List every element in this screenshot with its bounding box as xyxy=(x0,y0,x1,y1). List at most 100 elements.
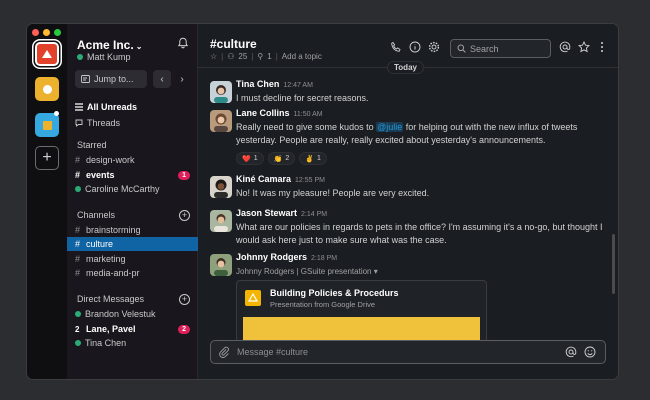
members-icon[interactable]: ⚇ xyxy=(227,52,234,61)
message-text: No! It was my pleasure! People are very … xyxy=(236,188,430,198)
dms-section-header[interactable]: Direct Messages xyxy=(77,294,144,304)
add-workspace-button[interactable]: + xyxy=(35,146,59,170)
current-user[interactable]: Matt Kump xyxy=(77,52,131,62)
star-icon[interactable] xyxy=(578,41,590,53)
back-button[interactable]: ‹ xyxy=(153,70,171,88)
minimize-window-button[interactable] xyxy=(43,29,50,36)
sidebar-item-lane-pavel[interactable]: 2 Lane, Pavel 2 xyxy=(75,322,198,336)
message-author[interactable]: Johnny Rodgers 2:18 PM xyxy=(236,252,337,262)
message-time[interactable]: 11:50 AM xyxy=(294,111,323,118)
attachment-source[interactable]: Johnny Rodgers | GSuite presentation ▾ xyxy=(236,265,604,278)
sidebar-item-label: events xyxy=(86,170,115,180)
jump-to-label: Jump to... xyxy=(94,74,134,84)
sidebar-item-label: Caroline McCarthy xyxy=(85,184,160,194)
message[interactable]: Kiné Camara 12:55 PM No! It was my pleasu… xyxy=(210,174,604,202)
message[interactable]: Lane Collins 11:50 AM Really need to give… xyxy=(210,108,604,168)
day-divider[interactable]: Today xyxy=(387,61,424,74)
sidebar-item-events[interactable]: # events 1 xyxy=(75,168,198,182)
emoji-icon[interactable] xyxy=(584,346,596,358)
channel-title[interactable]: #culture xyxy=(210,37,257,51)
mention-icon[interactable] xyxy=(565,346,577,358)
sidebar-item-brandon-velestuk[interactable]: Brandon Velestuk xyxy=(75,307,198,321)
channels-section-header[interactable]: Channels xyxy=(77,210,115,220)
message-author[interactable]: Tina Chen 12:47 AM xyxy=(236,79,313,89)
star-icon[interactable]: ☆ xyxy=(210,52,217,61)
phone-icon[interactable] xyxy=(390,41,402,53)
chevron-right-icon: › xyxy=(180,73,184,85)
workspace-rail: + xyxy=(27,24,67,379)
forward-button[interactable]: › xyxy=(173,70,191,88)
chevron-down-icon: ⌄ xyxy=(135,42,143,51)
unread-badge: 2 xyxy=(178,324,190,334)
sidebar-item-marketing[interactable]: # marketing xyxy=(75,252,198,266)
sidebar-item-label: media-and-pr xyxy=(86,268,140,278)
message[interactable]: Johnny Rodgers 2:18 PM Johnny Rodgers | G… xyxy=(210,252,604,278)
sidebar-item-threads[interactable]: Threads xyxy=(75,116,198,130)
mentions-icon[interactable] xyxy=(559,41,571,53)
message-author[interactable]: Jason Stewart 2:14 PM xyxy=(236,208,327,218)
message[interactable]: Jason Stewart 2:14 PM What are our polici… xyxy=(210,208,604,250)
message-author[interactable]: Lane Collins 11:50 AM xyxy=(236,108,323,118)
info-icon[interactable] xyxy=(409,41,421,53)
avatar[interactable] xyxy=(210,254,232,276)
sidebar-item-all-unreads[interactable]: All Unreads xyxy=(75,100,198,114)
avatar[interactable] xyxy=(210,110,232,132)
sidebar-item-design-work[interactable]: # design-work xyxy=(75,153,198,167)
maximize-window-button[interactable] xyxy=(54,29,61,36)
workspace-name[interactable]: Acme Inc. ⌄ xyxy=(77,38,142,52)
reaction-clap[interactable]: 👏 2 xyxy=(267,152,296,165)
more-vertical-icon[interactable] xyxy=(596,41,608,53)
bell-icon[interactable] xyxy=(177,37,189,49)
workspace-blue[interactable] xyxy=(35,113,59,137)
workspace-yellow[interactable] xyxy=(35,77,59,101)
reaction-heart[interactable]: ❤️ 1 xyxy=(236,152,264,165)
search-input[interactable]: Search xyxy=(450,39,551,58)
workspace-acme[interactable] xyxy=(35,42,59,66)
pin-count[interactable]: 1 xyxy=(267,52,271,61)
channel-hash-icon: # xyxy=(75,254,81,264)
presence-icon xyxy=(75,340,81,346)
chevron-left-icon: ‹ xyxy=(160,73,164,85)
message-time[interactable]: 12:47 AM xyxy=(283,82,313,89)
caret-down-icon[interactable]: ▾ xyxy=(374,267,378,276)
message-text: I must decline for secret reasons. xyxy=(236,93,369,103)
avatar[interactable] xyxy=(210,176,232,198)
sidebar-item-culture[interactable]: # culture xyxy=(67,237,198,251)
add-channel-icon[interactable]: + xyxy=(179,210,190,221)
add-topic-link[interactable]: Add a topic xyxy=(282,52,322,61)
sidebar-item-media-and-pr[interactable]: # media-and-pr xyxy=(75,266,198,280)
attachment-subtitle: Presentation from Google Drive xyxy=(270,300,376,309)
avatar[interactable] xyxy=(210,210,232,232)
reaction-victory[interactable]: ✌️ 1 xyxy=(299,152,327,165)
sidebar-item-brainstorming[interactable]: # brainstorming xyxy=(75,223,198,237)
message[interactable]: Tina Chen 12:47 AM I must decline for sec… xyxy=(210,79,604,107)
jump-to-button[interactable]: Jump to... xyxy=(75,70,147,88)
member-count[interactable]: 25 xyxy=(238,52,247,61)
close-window-button[interactable] xyxy=(32,29,39,36)
user-mention[interactable]: @julie xyxy=(376,122,404,132)
sidebar-item-label: Lane, Pavel xyxy=(86,324,136,334)
pin-icon[interactable]: ⚲ xyxy=(257,52,263,61)
sidebar-item-label: design-work xyxy=(86,155,135,165)
add-dm-icon[interactable]: + xyxy=(179,294,190,305)
gear-icon[interactable] xyxy=(428,41,440,53)
sidebar-item-label: Tina Chen xyxy=(85,338,127,348)
google-slides-icon xyxy=(245,290,261,306)
unread-badge: 1 xyxy=(178,170,190,180)
sidebar-item-tina-chen[interactable]: Tina Chen xyxy=(75,336,198,350)
sidebar: Acme Inc. ⌄ Matt Kump Jump to... ‹ › All … xyxy=(67,24,198,379)
avatar[interactable] xyxy=(210,81,232,103)
starred-section-header[interactable]: Starred xyxy=(77,140,107,150)
message-time[interactable]: 2:18 PM xyxy=(311,255,337,262)
message-author[interactable]: Kiné Camara 12:55 PM xyxy=(236,174,325,184)
sidebar-item-label: All Unreads xyxy=(87,102,138,112)
paperclip-icon[interactable] xyxy=(218,346,230,358)
group-member-count: 2 xyxy=(75,324,80,334)
message-time[interactable]: 12:55 PM xyxy=(295,177,325,184)
sidebar-item-caroline-mccarthy[interactable]: Caroline McCarthy xyxy=(75,182,198,196)
message-time[interactable]: 2:14 PM xyxy=(301,211,327,218)
messages-scrollbar[interactable] xyxy=(612,234,615,294)
presence-icon xyxy=(77,54,83,60)
message-composer[interactable]: Message #culture xyxy=(210,340,606,364)
attachment-title[interactable]: Building Policies & Procedurs xyxy=(270,288,399,298)
